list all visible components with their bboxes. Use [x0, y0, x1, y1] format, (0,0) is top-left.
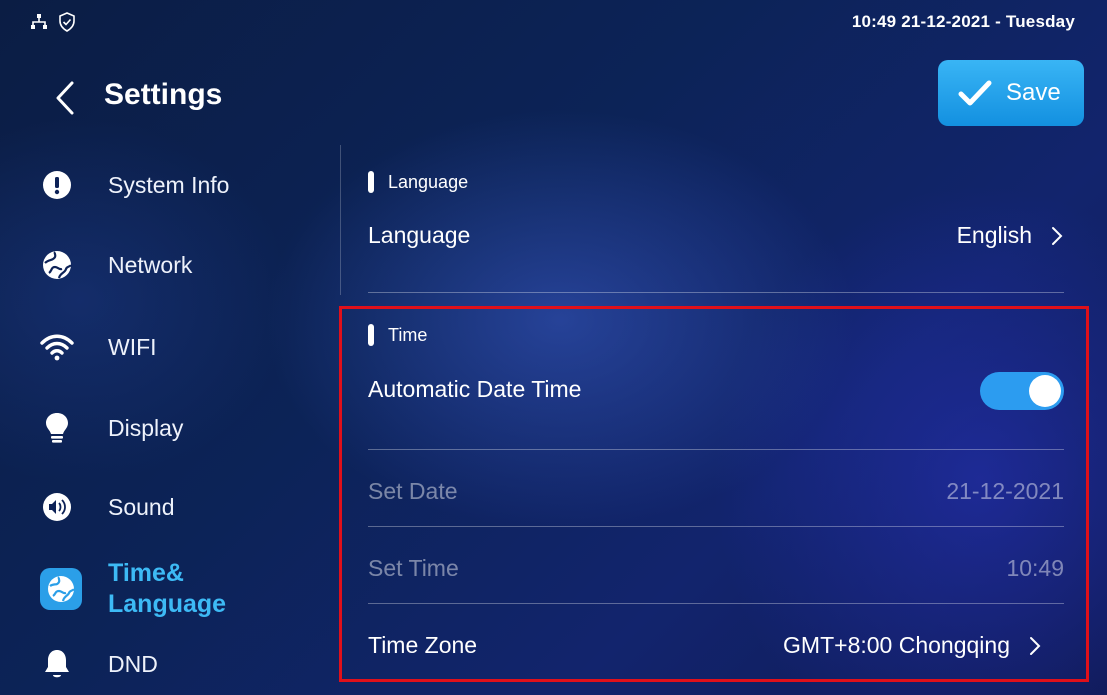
section-title: Language [388, 171, 469, 192]
sidebar-item-sound[interactable]: Sound [40, 490, 175, 524]
wifi-icon [40, 330, 74, 364]
sidebar-item-label: Display [108, 414, 184, 441]
save-label: Save [1006, 79, 1061, 106]
status-datetime: 10:49 21-12-2021 - Tuesday [851, 12, 1075, 31]
sidebar-item-label: Sound [108, 493, 175, 520]
sidebar-divider [340, 145, 341, 295]
shield-check-icon [58, 12, 76, 37]
network-tree-icon [30, 13, 48, 36]
sidebar-item-network[interactable]: Network [40, 248, 192, 282]
sidebar-item-label: WIFI [108, 333, 157, 360]
info-icon [40, 168, 74, 202]
sidebar-item-system-info[interactable]: System Info [40, 168, 229, 202]
sidebar-item-label-line2: Language [108, 590, 227, 618]
language-row[interactable]: Language English [368, 222, 1064, 252]
section-marker [368, 171, 374, 193]
status-bar: 10:49 21-12-2021 - Tuesday [0, 0, 1107, 40]
sidebar-item-label: Network [108, 251, 193, 278]
network-globe-icon [40, 248, 74, 282]
save-button[interactable]: Save [938, 60, 1084, 126]
chevron-right-icon [1052, 226, 1063, 245]
sidebar-item-label: DND [108, 650, 158, 677]
sidebar-item-wifi[interactable]: WIFI [40, 330, 157, 364]
checkmark-icon [958, 80, 992, 106]
sidebar-item-label: System Info [108, 171, 230, 198]
header: Settings Save [0, 60, 1107, 130]
language-section-header: Language [368, 171, 468, 193]
divider [368, 292, 1064, 293]
sidebar-item-time-language[interactable]: Time& Language [40, 558, 226, 620]
row-value: English [957, 222, 1064, 249]
highlight-box [339, 306, 1089, 682]
chevron-left-icon [56, 81, 74, 115]
page-title: Settings [104, 78, 223, 111]
bell-icon [40, 647, 74, 681]
sidebar-item-dnd[interactable]: DND [40, 647, 158, 681]
sidebar-item-display[interactable]: Display [40, 411, 183, 445]
status-icons [30, 12, 76, 37]
row-label: Language [368, 222, 471, 248]
back-button[interactable] [52, 80, 80, 116]
sidebar: System Info Network WIFI Display Sound T… [0, 150, 340, 695]
speaker-icon [40, 490, 74, 524]
globe-icon [40, 568, 82, 610]
language-value: English [956, 222, 1032, 248]
sidebar-item-label-line1: Time& [108, 559, 184, 587]
lightbulb-icon [40, 411, 74, 445]
sidebar-item-label: Time& Language [108, 558, 226, 620]
